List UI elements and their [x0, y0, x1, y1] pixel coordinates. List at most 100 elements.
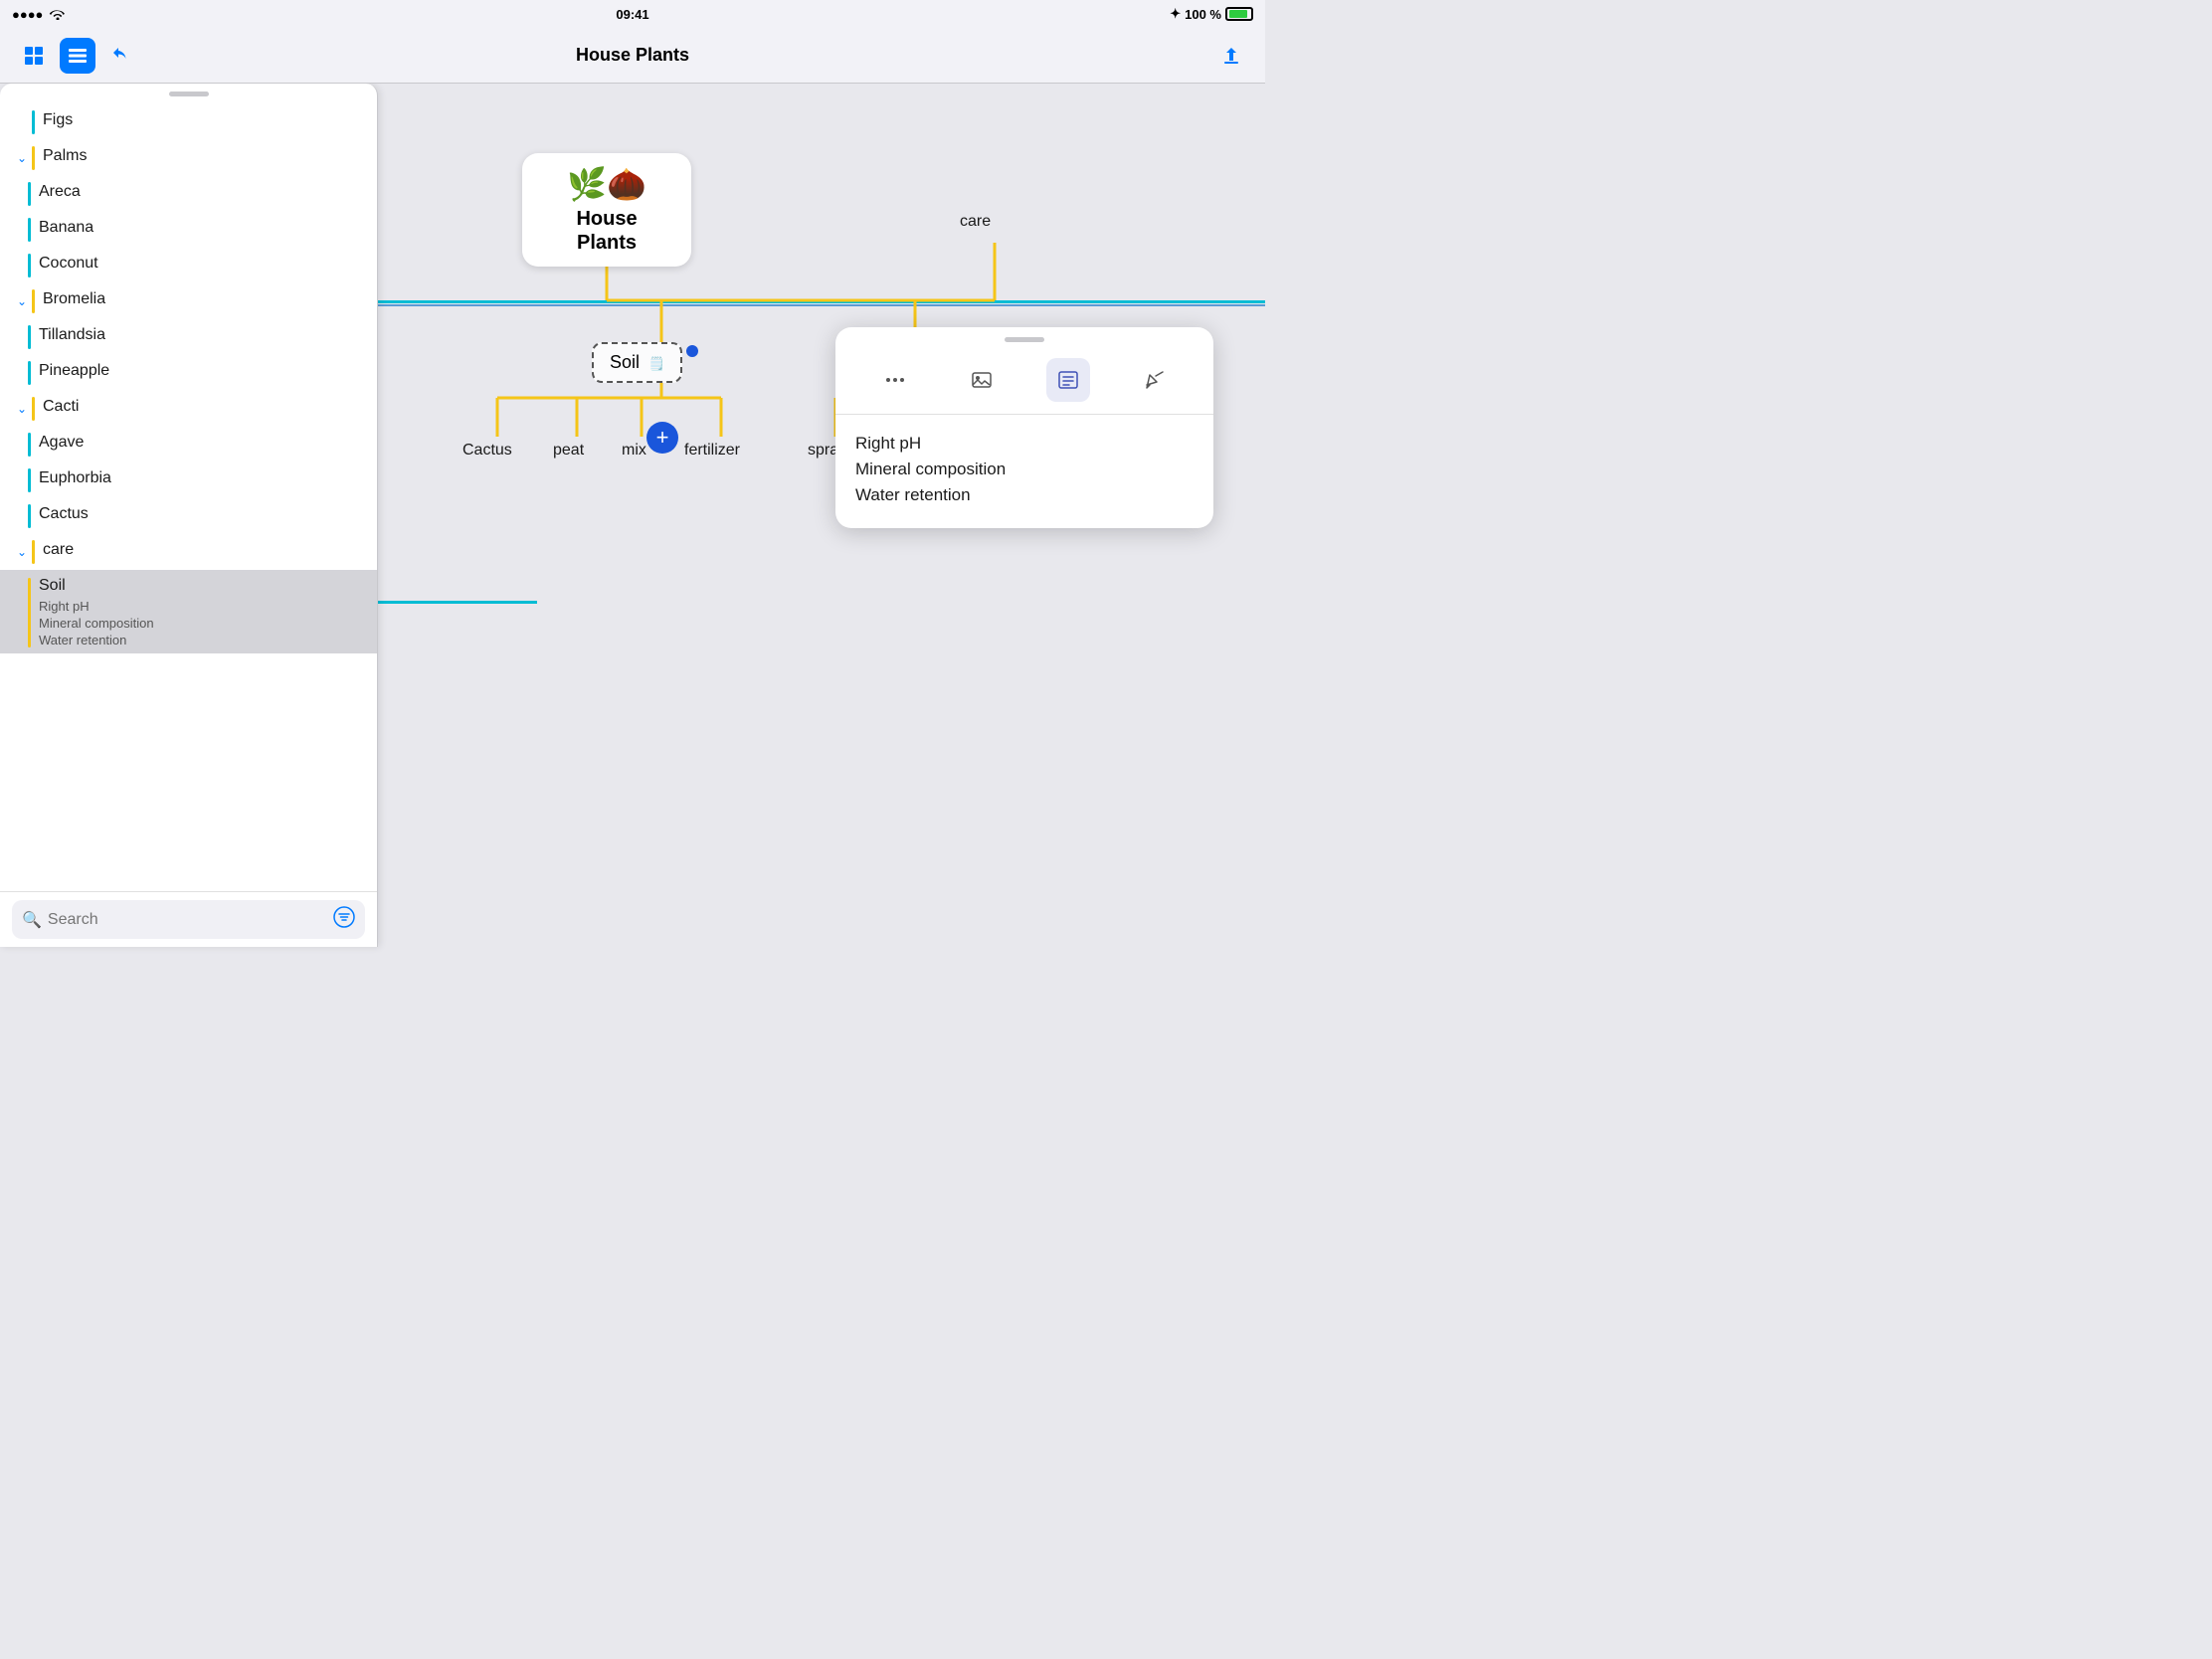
palms-chevron[interactable]: ⌄	[12, 148, 32, 168]
signal-icon: ●●●●	[12, 7, 43, 22]
figs-label: Figs	[43, 110, 73, 131]
sidebar-item-euphorbia[interactable]: Euphorbia	[0, 462, 377, 498]
soil-node-label: Soil	[610, 352, 640, 372]
care-node-label[interactable]: care	[960, 213, 991, 231]
search-icon: 🔍	[22, 910, 42, 930]
palms-bar	[32, 146, 35, 170]
cacti-chevron[interactable]: ⌄	[12, 399, 32, 419]
palms-label: Palms	[43, 146, 87, 167]
soil-bar	[28, 578, 31, 647]
sidebar-item-palms[interactable]: ⌄ Palms	[0, 140, 377, 176]
cacti-bar	[32, 397, 35, 421]
sidebar-list[interactable]: › Figs ⌄ Palms Areca Banana	[0, 100, 377, 891]
soil-selection-dot	[686, 345, 698, 357]
popup-panel: Right pH Mineral composition Water reten…	[835, 327, 1213, 528]
wifi-icon	[49, 6, 67, 23]
battery-label: 100 %	[1185, 7, 1221, 22]
root-emoji: 🌿🌰	[538, 165, 675, 203]
banana-bar	[28, 218, 31, 242]
cactus-child-label[interactable]: Cactus	[462, 442, 512, 460]
cyan-divider-bottom	[378, 601, 537, 604]
tillandsia-bar	[28, 325, 31, 349]
status-right: ✦ 100 %	[1170, 6, 1253, 22]
cacti-label: Cacti	[43, 397, 79, 418]
soil-content: Soil Right pH Mineral composition Water …	[39, 576, 154, 647]
sidebar-item-banana[interactable]: Banana	[0, 212, 377, 248]
cyan-divider-top	[378, 300, 1265, 303]
bromelia-chevron[interactable]: ⌄	[12, 291, 32, 311]
sidebar-item-cacti[interactable]: ⌄ Cacti	[0, 391, 377, 427]
toolbar-right	[1213, 38, 1249, 74]
main-content: › Figs ⌄ Palms Areca Banana	[0, 84, 1265, 947]
blue-divider	[378, 304, 1265, 306]
agave-bar	[28, 433, 31, 457]
status-left: ●●●●	[12, 6, 67, 23]
fertilizer-child: fertilizer	[684, 442, 740, 459]
soil-sub-3: Water retention	[39, 633, 154, 647]
popup-text-button[interactable]	[1046, 358, 1090, 402]
figs-bar	[32, 110, 35, 134]
popup-toolbar	[835, 350, 1213, 415]
search-inner: 🔍	[12, 900, 365, 939]
popup-item-right-ph[interactable]: Right pH	[855, 431, 1194, 457]
filter-icon[interactable]	[333, 906, 355, 933]
soil-label: Soil	[39, 576, 154, 597]
cactus-bar	[28, 504, 31, 528]
sidebar-panel: › Figs ⌄ Palms Areca Banana	[0, 84, 378, 947]
search-input[interactable]	[48, 911, 327, 929]
soil-node[interactable]: Soil 🗒️	[592, 342, 682, 383]
cactus-child: Cactus	[462, 442, 512, 459]
sidebar-item-soil[interactable]: Soil Right pH Mineral composition Water …	[0, 570, 377, 653]
soil-sub-1: Right pH	[39, 599, 154, 614]
root-label: HousePlants	[538, 207, 675, 255]
search-bar: 🔍	[0, 891, 377, 947]
sidebar-item-care[interactable]: ⌄ care	[0, 534, 377, 570]
canvas-area[interactable]: 🌿🌰 HousePlants care Soil 🗒️ + Watering C…	[378, 84, 1265, 947]
battery-icon	[1225, 7, 1253, 21]
sidebar-item-pineapple[interactable]: Pineapple	[0, 355, 377, 391]
undo-button[interactable]	[103, 38, 139, 74]
bromelia-bar	[32, 289, 35, 313]
pineapple-bar	[28, 361, 31, 385]
toolbar-title: House Plants	[576, 45, 689, 66]
popup-handle	[1005, 337, 1044, 342]
popup-content: Right pH Mineral composition Water reten…	[835, 415, 1213, 528]
sidebar-item-coconut[interactable]: Coconut	[0, 248, 377, 283]
toolbar-left	[16, 38, 139, 74]
list-view-button[interactable]	[60, 38, 95, 74]
popup-more-button[interactable]	[873, 358, 917, 402]
sidebar-item-areca[interactable]: Areca	[0, 176, 377, 212]
cactus-label: Cactus	[39, 504, 89, 525]
bluetooth-icon: ✦	[1170, 6, 1181, 22]
coconut-label: Coconut	[39, 254, 98, 275]
euphorbia-bar	[28, 468, 31, 492]
sidebar-item-tillandsia[interactable]: Tillandsia	[0, 319, 377, 355]
popup-image-button[interactable]	[960, 358, 1004, 402]
add-child-button[interactable]: +	[646, 422, 678, 454]
agave-label: Agave	[39, 433, 84, 454]
toolbar: House Plants	[0, 28, 1265, 84]
care-chevron[interactable]: ⌄	[12, 542, 32, 562]
popup-item-mineral[interactable]: Mineral composition	[855, 457, 1194, 482]
sidebar-item-figs[interactable]: › Figs	[0, 104, 377, 140]
peat-child: peat	[553, 442, 584, 459]
peat-child-label[interactable]: peat	[553, 442, 584, 460]
bromelia-label: Bromelia	[43, 289, 105, 310]
mix-child: mix	[622, 442, 646, 459]
sidebar-handle	[169, 92, 209, 96]
sidebar-item-cactus[interactable]: Cactus	[0, 498, 377, 534]
share-button[interactable]	[1213, 38, 1249, 74]
grid-view-button[interactable]	[16, 38, 52, 74]
sidebar-item-bromelia[interactable]: ⌄ Bromelia	[0, 283, 377, 319]
sidebar-item-agave[interactable]: Agave	[0, 427, 377, 462]
popup-item-water[interactable]: Water retention	[855, 482, 1194, 508]
areca-bar	[28, 182, 31, 206]
fertilizer-child-label[interactable]: fertilizer	[684, 442, 740, 460]
coconut-bar	[28, 254, 31, 277]
soil-sub-2: Mineral composition	[39, 616, 154, 631]
popup-style-button[interactable]	[1133, 358, 1177, 402]
pineapple-label: Pineapple	[39, 361, 109, 382]
mix-child-label[interactable]: mix	[622, 442, 646, 460]
banana-label: Banana	[39, 218, 93, 239]
root-node[interactable]: 🌿🌰 HousePlants	[522, 153, 691, 267]
